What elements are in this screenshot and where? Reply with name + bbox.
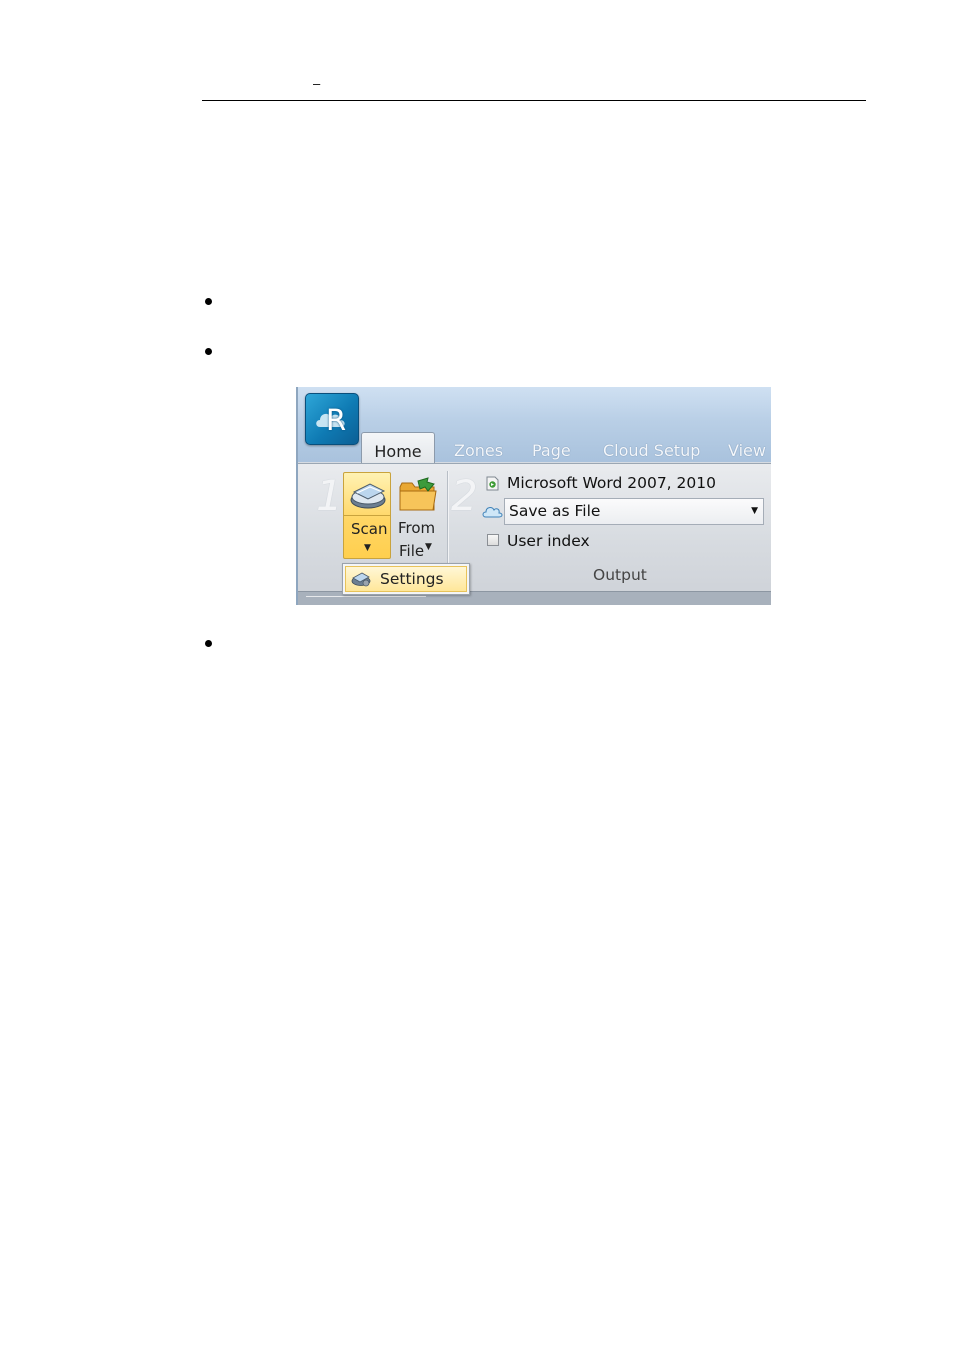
menu-item-label: Settings [380, 570, 444, 588]
bullet [205, 348, 212, 355]
scanner-settings-icon [351, 572, 371, 587]
chevron-down-icon[interactable]: ▼ [425, 542, 432, 552]
tab-label: View [728, 441, 766, 460]
scan-button[interactable]: Scan ▼ [343, 472, 391, 559]
logo-letter: R [326, 403, 347, 437]
output-format[interactable]: Microsoft Word 2007, 2010 [507, 474, 716, 492]
scan-label: Scan [351, 520, 388, 538]
destination-select[interactable]: Save as File ▼ [504, 498, 764, 525]
cloud-icon [482, 507, 503, 518]
bullet [205, 640, 212, 647]
chevron-down-icon[interactable]: ▼ [751, 506, 758, 516]
scan-split [344, 515, 390, 516]
app-screenshot: R Home Zones Page Cloud Setup View 1 2 S… [296, 387, 771, 605]
scan-dropdown-menu: Settings [342, 563, 470, 595]
bullet [205, 298, 212, 305]
tab-home[interactable]: Home [361, 432, 435, 464]
menu-item-settings[interactable]: Settings [345, 566, 467, 592]
user-index-checkbox[interactable] [487, 534, 499, 546]
tab-label: Zones [454, 441, 504, 460]
tab-hint [306, 596, 426, 605]
file-label: File [399, 542, 425, 560]
word-document-icon [486, 476, 499, 491]
tab-label: Cloud Setup [603, 441, 701, 460]
tab-label: Home [374, 442, 422, 461]
tab-view[interactable]: View [728, 441, 766, 463]
app-logo-button[interactable]: R [305, 393, 359, 445]
tab-page[interactable]: Page [532, 441, 571, 463]
header-rule [202, 100, 866, 101]
destination-value: Save as File [509, 502, 601, 520]
step-number-1: 1 [316, 471, 343, 520]
folder-icon [399, 477, 437, 511]
page-header-dash: – [313, 76, 321, 91]
chevron-down-icon[interactable]: ▼ [364, 543, 371, 553]
from-label: From [398, 519, 436, 537]
tab-cloud-setup[interactable]: Cloud Setup [603, 441, 700, 463]
output-group-label: Output [593, 566, 647, 584]
from-file-button[interactable]: From File ▼ [395, 472, 443, 562]
user-index-label[interactable]: User index [507, 532, 590, 550]
tab-zones[interactable]: Zones [454, 441, 503, 463]
tab-label: Page [532, 441, 571, 460]
step-number-2: 2 [451, 471, 478, 520]
scanner-icon [350, 483, 386, 509]
